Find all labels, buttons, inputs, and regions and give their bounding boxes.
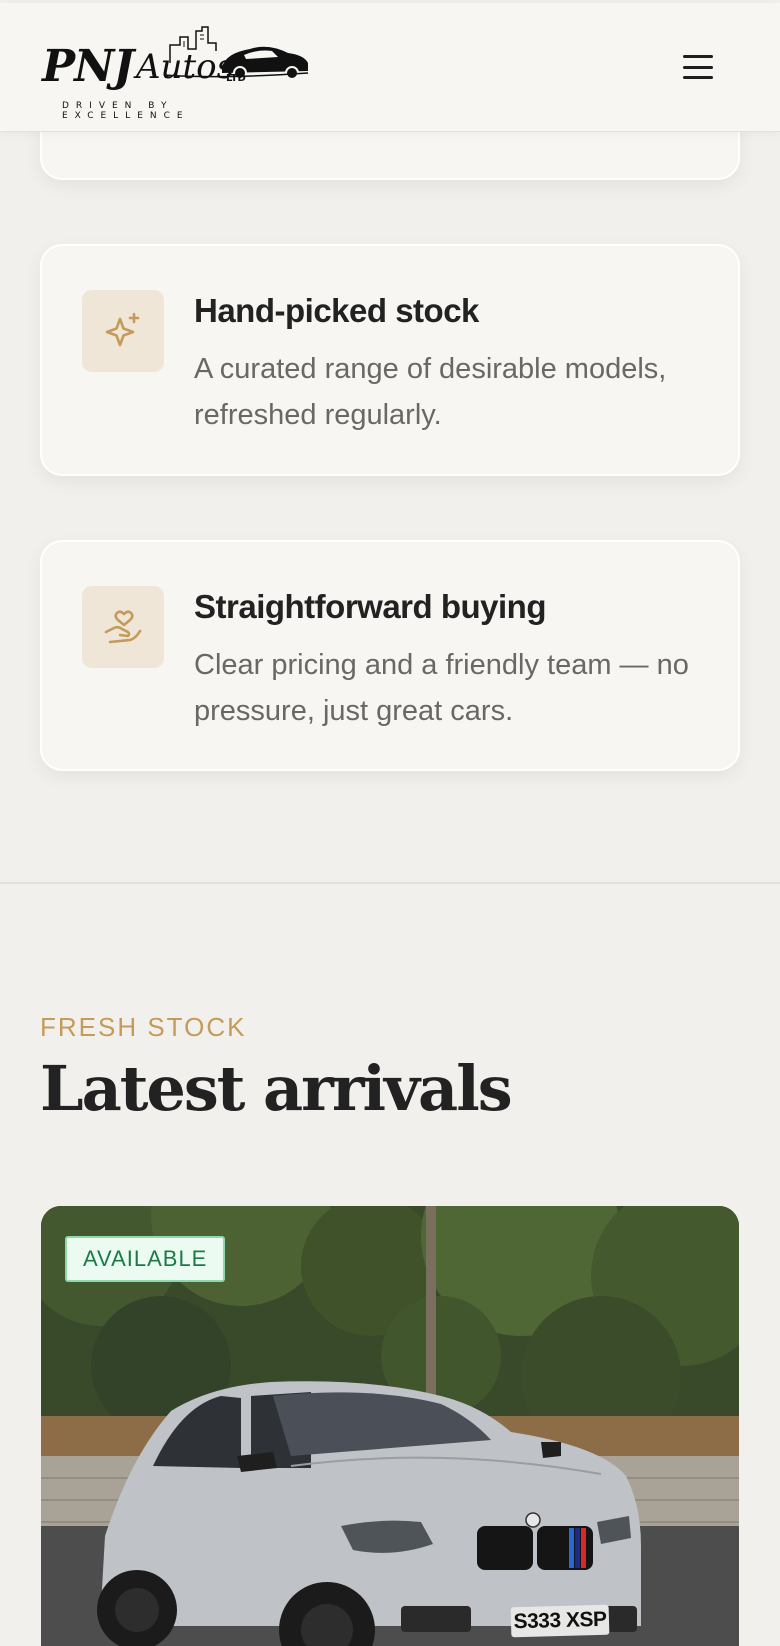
site-header: PNJ Autos LTD DRIVEN BY EXCELLENCE [0, 3, 780, 132]
section-eyebrow: FRESH STOCK [40, 1012, 247, 1042]
logo-tagline: DRIVEN BY EXCELLENCE [62, 101, 190, 121]
feature-card: Hand-picked stock A curated range of des… [40, 244, 740, 476]
brand-logo[interactable]: PNJ Autos LTD DRIVEN BY EXCELLENCE [40, 21, 309, 121]
section-divider [0, 882, 780, 884]
sparkle-icon [105, 312, 140, 347]
logo-script-text: Autos [136, 47, 235, 87]
car-listing-card[interactable]: S333 XSP AVAILABLE [41, 1206, 739, 1646]
hand-heart-icon [104, 610, 142, 644]
status-badge: AVAILABLE [65, 1236, 226, 1282]
feature-card: Straightforward buying Clear pricing and… [40, 540, 740, 771]
license-plate: S333 XSP [510, 1604, 610, 1638]
menu-bar [683, 55, 713, 58]
logo-ltd: LTD [226, 73, 246, 84]
section-title: Latest arrivals [40, 1052, 513, 1125]
menu-bar [683, 65, 713, 69]
hamburger-menu-icon[interactable] [680, 53, 716, 81]
feature-description: A curated range of desirable models, ref… [194, 353, 667, 431]
logo-wordmark: PNJ [42, 41, 134, 92]
feature-icon-box [82, 290, 164, 372]
feature-title: Straightforward buying [194, 588, 547, 625]
menu-bar [683, 76, 713, 79]
feature-icon-box [82, 586, 164, 668]
feature-title: Hand-picked stock [194, 292, 479, 329]
feature-description: Clear pricing and a friendly team — no p… [194, 649, 689, 727]
